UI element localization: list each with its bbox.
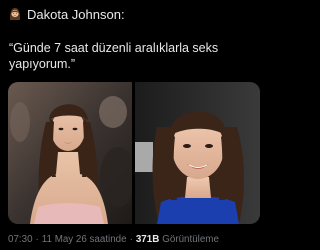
left-photo[interactable] xyxy=(8,82,132,224)
views-count: 371B xyxy=(135,234,160,245)
woman-emoji-icon xyxy=(8,7,22,21)
views-label: Görüntüleme xyxy=(162,234,219,245)
tweet-meta: 07:30 · 11 May 26 saatinde · 371B Görünt… xyxy=(8,234,219,245)
author-name[interactable]: Dakota Johnson: xyxy=(27,7,125,22)
photo-icon xyxy=(8,82,132,224)
tweet-date[interactable]: 11 May 26 saatinde xyxy=(42,234,127,245)
tweet-header: Dakota Johnson: xyxy=(8,6,125,22)
tweet-time[interactable]: 07:30 xyxy=(8,234,33,245)
meta-separator-2: · xyxy=(129,234,133,245)
right-photo[interactable] xyxy=(135,82,260,224)
meta-separator: · xyxy=(35,234,39,245)
photo-icon xyxy=(135,82,260,224)
tweet-text: “Günde 7 saat düzenli aralıklarla seks y… xyxy=(9,41,219,71)
tweet-media[interactable] xyxy=(8,82,260,224)
